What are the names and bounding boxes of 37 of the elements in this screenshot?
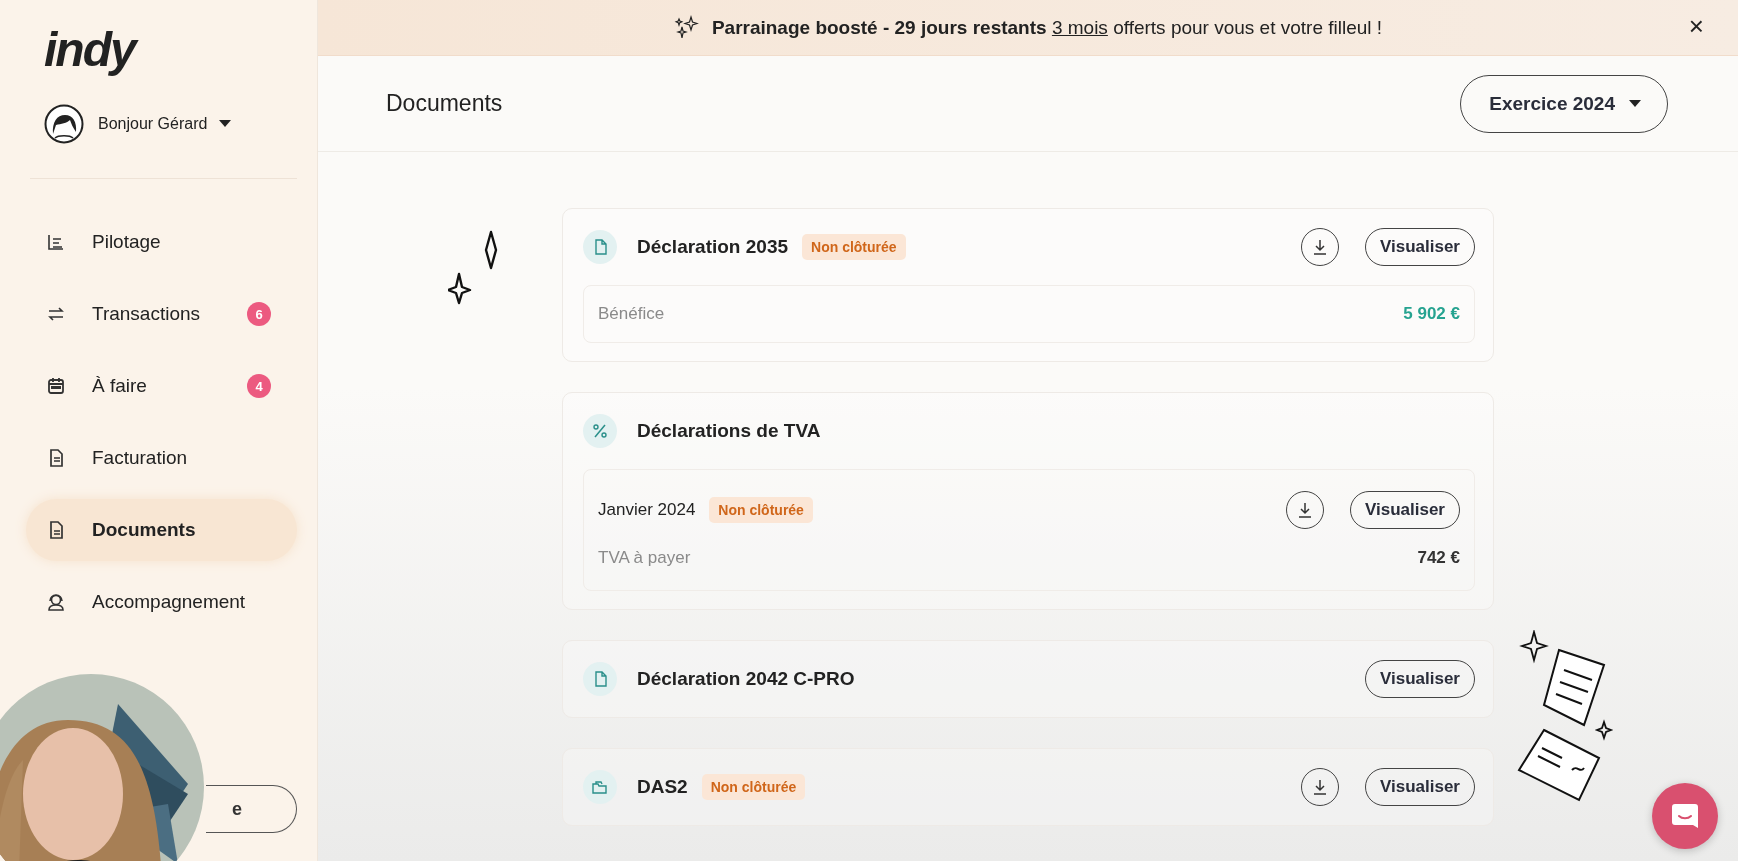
avatar-icon[interactable] [44, 104, 84, 144]
nav-item[interactable]: À faire 4 [26, 355, 297, 417]
nav-item[interactable]: Pilotage [26, 211, 297, 273]
card-title: Déclarations de TVA [637, 420, 821, 442]
count-badge: 4 [247, 374, 271, 398]
caret-icon [1629, 99, 1641, 108]
card-title: Déclaration 2035 [637, 236, 789, 258]
amount: 5 902 € [1403, 304, 1460, 324]
chat-button[interactable] [1652, 783, 1718, 849]
close-button[interactable]: × [1682, 12, 1710, 40]
support-icon [46, 592, 66, 612]
count-badge: 6 [247, 302, 271, 326]
file-icon [583, 662, 617, 696]
chat-icon [1670, 801, 1700, 831]
amount: 742 € [1417, 548, 1460, 568]
row-sublabel: TVA à payer [598, 548, 691, 568]
status-tag: Non clôturée [802, 234, 906, 260]
file-icon [583, 230, 617, 264]
nav-item[interactable]: Transactions 6 [26, 283, 297, 345]
banner-message: Parrainage boosté - 29 jours restants 3 mois offerts pour vous et votre filleul ! [711, 16, 1383, 39]
nav-item[interactable]: Documents [26, 499, 297, 561]
card-title: Déclaration 2042 C-PRO [637, 668, 855, 690]
row-label: Bénéfice [598, 304, 665, 324]
folders-icon [583, 770, 617, 804]
page-title: Documents [386, 90, 503, 117]
calendar-icon [46, 376, 66, 396]
banner-link[interactable]: 3 mois [1051, 16, 1108, 39]
profile-menu[interactable]: Bonjour Gérard [98, 115, 232, 133]
chart-icon [46, 232, 66, 252]
status-tag: Non clôturée [701, 774, 806, 800]
card-title: DAS2 [637, 776, 688, 798]
caret-icon [219, 120, 232, 128]
row-label: Janvier 2024 [598, 500, 696, 520]
status-tag: Non clôturée [709, 497, 813, 523]
percent-icon [583, 414, 617, 448]
nav-item[interactable]: Facturation [26, 427, 297, 489]
nav-item[interactable]: Accompagnement [26, 571, 297, 633]
